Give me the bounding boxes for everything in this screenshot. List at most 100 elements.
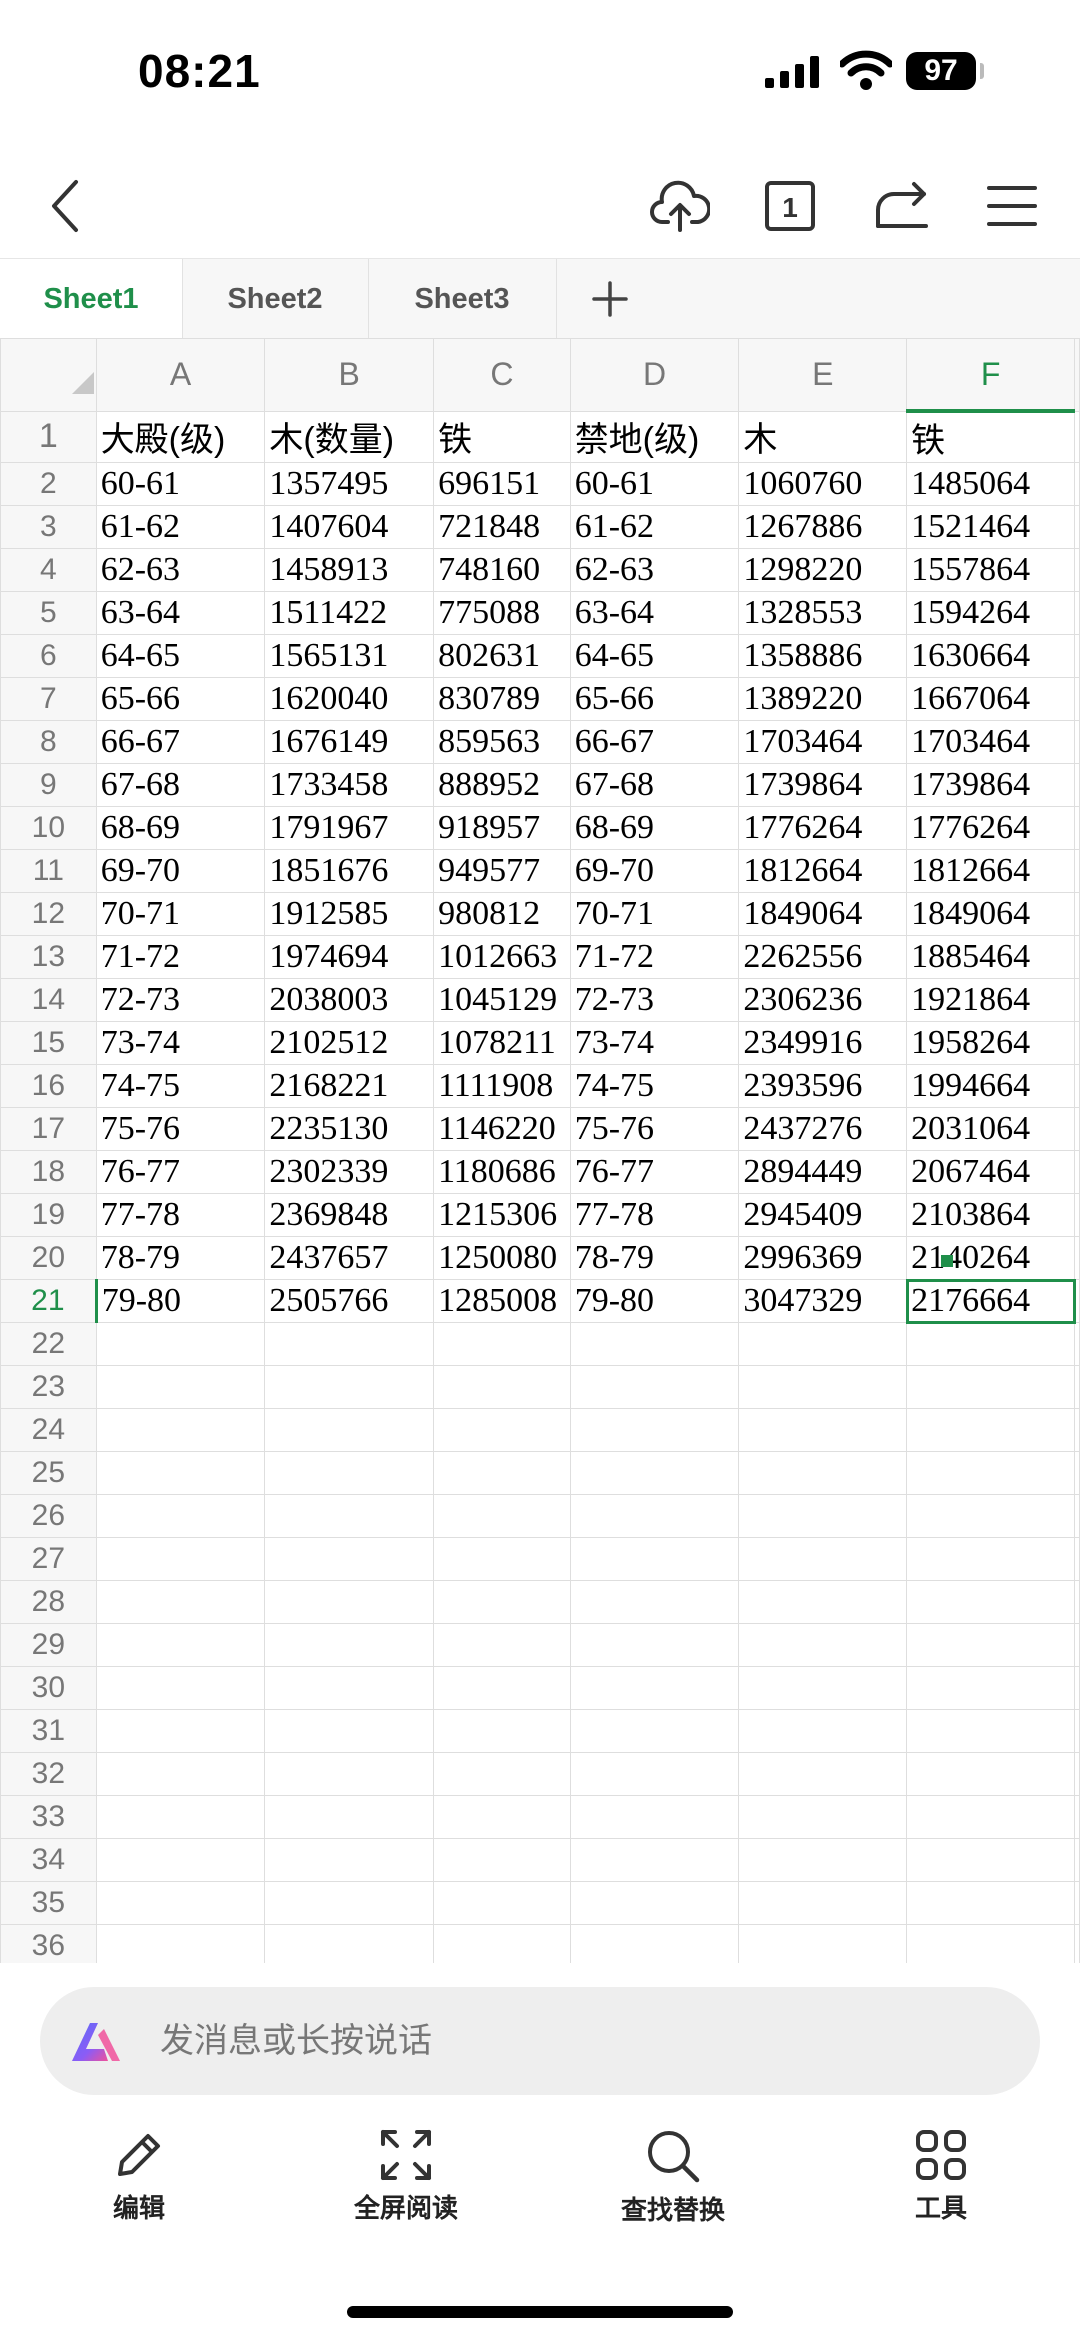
cell-c1[interactable]: 铁 bbox=[433, 410, 571, 463]
cell-f8[interactable]: 1703464 bbox=[906, 720, 1075, 764]
cell-a35[interactable] bbox=[95, 1881, 266, 1925]
cell-overflow[interactable] bbox=[1074, 978, 1080, 1022]
row-header[interactable]: 14 bbox=[0, 978, 97, 1022]
cell-b27[interactable] bbox=[264, 1537, 435, 1581]
cell-e19[interactable]: 2945409 bbox=[738, 1193, 908, 1237]
cell-c7[interactable]: 830789 bbox=[433, 677, 571, 721]
cell-f4[interactable]: 1557864 bbox=[906, 548, 1075, 592]
cell-a28[interactable] bbox=[95, 1580, 266, 1624]
cell-b30[interactable] bbox=[264, 1666, 435, 1710]
cell-f32[interactable] bbox=[906, 1752, 1075, 1796]
cell-d22[interactable] bbox=[569, 1322, 740, 1366]
cell-b13[interactable]: 1974694 bbox=[264, 935, 435, 979]
row-header[interactable]: 33 bbox=[0, 1795, 97, 1839]
row-header[interactable]: 7 bbox=[0, 677, 97, 721]
cell-d25[interactable] bbox=[569, 1451, 740, 1495]
cell-e14[interactable]: 2306236 bbox=[738, 978, 908, 1022]
cell-d24[interactable] bbox=[569, 1408, 740, 1452]
cell-a13[interactable]: 71-72 bbox=[95, 935, 266, 979]
row-header[interactable]: 5 bbox=[0, 591, 97, 635]
cell-a8[interactable]: 66-67 bbox=[95, 720, 266, 764]
cell-d35[interactable] bbox=[569, 1881, 740, 1925]
cell-overflow[interactable] bbox=[1074, 1795, 1080, 1839]
cell-b4[interactable]: 1458913 bbox=[264, 548, 435, 592]
cell-overflow[interactable] bbox=[1074, 1494, 1080, 1538]
cell-overflow[interactable] bbox=[1074, 1623, 1080, 1667]
cell-overflow[interactable] bbox=[1074, 1537, 1080, 1581]
fullscreen-read-button[interactable]: 全屏阅读 bbox=[326, 2128, 486, 2225]
cell-b15[interactable]: 2102512 bbox=[264, 1021, 435, 1065]
cell-d18[interactable]: 76-77 bbox=[569, 1150, 740, 1194]
cell-e15[interactable]: 2349916 bbox=[738, 1021, 908, 1065]
cell-d15[interactable]: 73-74 bbox=[569, 1021, 740, 1065]
cell-overflow[interactable] bbox=[1074, 1322, 1080, 1366]
row-header[interactable]: 1 bbox=[0, 410, 97, 463]
cell-a4[interactable]: 62-63 bbox=[95, 548, 266, 592]
cell-c13[interactable]: 1012663 bbox=[433, 935, 571, 979]
column-header-b[interactable]: B bbox=[264, 338, 435, 412]
cell-c15[interactable]: 1078211 bbox=[433, 1021, 571, 1065]
cell-f31[interactable] bbox=[906, 1709, 1075, 1753]
cell-c28[interactable] bbox=[433, 1580, 571, 1624]
row-header[interactable]: 6 bbox=[0, 634, 97, 678]
spreadsheet-grid[interactable]: A B C D E F 1 大殿(级) 木(数量) 铁禁地(级) 木铁 2 60-61 1357495 69… bbox=[0, 338, 1080, 1963]
cell-d21[interactable]: 79-80 bbox=[569, 1279, 740, 1323]
cell-overflow[interactable] bbox=[1074, 1924, 1080, 1963]
row-header[interactable]: 32 bbox=[0, 1752, 97, 1796]
cell-overflow[interactable] bbox=[1074, 1881, 1080, 1925]
cell-d1[interactable]: 禁地(级) bbox=[569, 410, 740, 463]
row-header[interactable]: 13 bbox=[0, 935, 97, 979]
cell-e30[interactable] bbox=[738, 1666, 908, 1710]
cell-b6[interactable]: 1565131 bbox=[264, 634, 435, 678]
row-header[interactable]: 22 bbox=[0, 1322, 97, 1366]
cell-f12[interactable]: 1849064 bbox=[906, 892, 1075, 936]
cell-f11[interactable]: 1812664 bbox=[906, 849, 1075, 893]
cell-e3[interactable]: 1267886 bbox=[738, 505, 908, 549]
cell-b9[interactable]: 1733458 bbox=[264, 763, 435, 807]
cell-c27[interactable] bbox=[433, 1537, 571, 1581]
cell-a12[interactable]: 70-71 bbox=[95, 892, 266, 936]
row-header[interactable]: 18 bbox=[0, 1150, 97, 1194]
cell-d20[interactable]: 78-79 bbox=[569, 1236, 740, 1280]
cell-a25[interactable] bbox=[95, 1451, 266, 1495]
cell-overflow[interactable] bbox=[1074, 462, 1080, 506]
cell-e4[interactable]: 1298220 bbox=[738, 548, 908, 592]
cell-c35[interactable] bbox=[433, 1881, 571, 1925]
cell-a21[interactable]: 79-80 bbox=[95, 1279, 266, 1323]
row-header[interactable]: 23 bbox=[0, 1365, 97, 1409]
cell-b35[interactable] bbox=[264, 1881, 435, 1925]
cell-a19[interactable]: 77-78 bbox=[95, 1193, 266, 1237]
cell-a36[interactable] bbox=[95, 1924, 266, 1963]
cell-b22[interactable] bbox=[264, 1322, 435, 1366]
cell-c31[interactable] bbox=[433, 1709, 571, 1753]
cell-b31[interactable] bbox=[264, 1709, 435, 1753]
cell-d33[interactable] bbox=[569, 1795, 740, 1839]
cell-e11[interactable]: 1812664 bbox=[738, 849, 908, 893]
cell-b25[interactable] bbox=[264, 1451, 435, 1495]
cell-overflow[interactable] bbox=[1074, 892, 1080, 936]
cell-c16[interactable]: 1111908 bbox=[433, 1064, 571, 1108]
cell-f26[interactable] bbox=[906, 1494, 1075, 1538]
row-header[interactable]: 31 bbox=[0, 1709, 97, 1753]
cell-f33[interactable] bbox=[906, 1795, 1075, 1839]
cell-c23[interactable] bbox=[433, 1365, 571, 1409]
cell-a14[interactable]: 72-73 bbox=[95, 978, 266, 1022]
cell-a11[interactable]: 69-70 bbox=[95, 849, 266, 893]
cell-f9[interactable]: 1739864 bbox=[906, 763, 1075, 807]
cell-overflow[interactable] bbox=[1074, 1365, 1080, 1409]
cell-b23[interactable] bbox=[264, 1365, 435, 1409]
cell-b16[interactable]: 2168221 bbox=[264, 1064, 435, 1108]
cell-c4[interactable]: 748160 bbox=[433, 548, 571, 592]
cell-b11[interactable]: 1851676 bbox=[264, 849, 435, 893]
cell-c10[interactable]: 918957 bbox=[433, 806, 571, 850]
cell-overflow[interactable] bbox=[1074, 1150, 1080, 1194]
cell-b1[interactable]: 木(数量) bbox=[264, 410, 435, 463]
message-input[interactable]: 发消息或长按说话 bbox=[40, 1987, 1040, 2095]
cell-f24[interactable] bbox=[906, 1408, 1075, 1452]
cell-b14[interactable]: 2038003 bbox=[264, 978, 435, 1022]
cell-b18[interactable]: 2302339 bbox=[264, 1150, 435, 1194]
cell-f18[interactable]: 2067464 bbox=[906, 1150, 1075, 1194]
cell-overflow[interactable] bbox=[1074, 677, 1080, 721]
cell-overflow[interactable] bbox=[1074, 1451, 1080, 1495]
cell-c11[interactable]: 949577 bbox=[433, 849, 571, 893]
